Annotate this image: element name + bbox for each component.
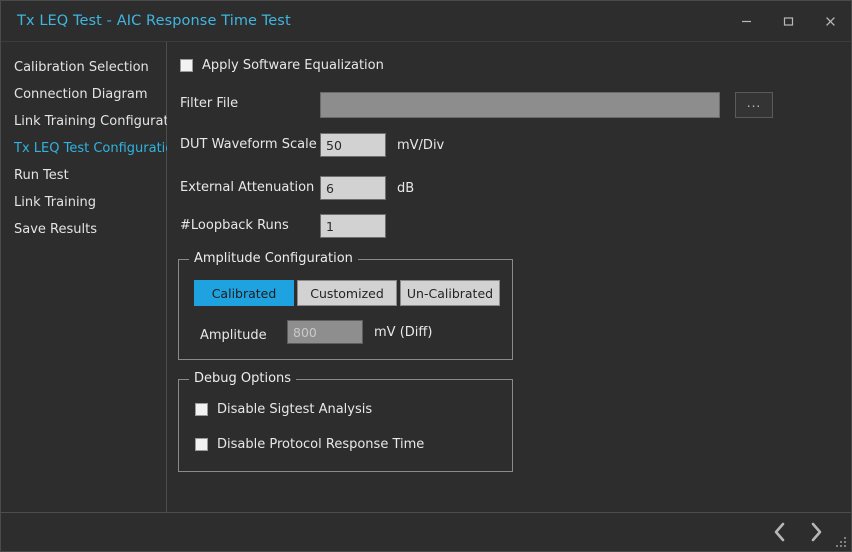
- external-attenuation-label: External Attenuation: [180, 180, 314, 195]
- page-navigation: [767, 513, 829, 551]
- disable-sigtest-analysis-row[interactable]: Disable Sigtest Analysis: [195, 402, 372, 417]
- sidebar-navigation: Calibration Selection Connection Diagram…: [1, 42, 167, 512]
- next-page-button[interactable]: [803, 517, 829, 547]
- previous-page-button[interactable]: [767, 517, 793, 547]
- resize-grip-icon[interactable]: [835, 536, 848, 549]
- amplitude-mode-calibrated-button[interactable]: Calibrated: [194, 280, 294, 306]
- footer-bar: [1, 513, 851, 551]
- filter-file-row: ...: [320, 92, 773, 118]
- dut-waveform-scale-label-wrap: DUT Waveform Scale: [180, 137, 317, 152]
- external-attenuation-label-wrap: External Attenuation: [180, 180, 314, 195]
- chevron-right-icon: [807, 521, 825, 543]
- debug-options-group: Debug Options Disable Sigtest Analysis D…: [178, 379, 513, 472]
- amplitude-value-row: mV (Diff): [287, 320, 432, 344]
- configuration-panel: Apply Software Equalization Filter File …: [167, 42, 851, 512]
- filter-file-label-wrap: Filter File: [180, 96, 238, 111]
- amplitude-mode-segmented-control: Calibrated Customized Un-Calibrated: [194, 280, 500, 306]
- amplitude-mode-uncalibrated-button[interactable]: Un-Calibrated: [400, 280, 500, 306]
- chevron-left-icon: [771, 521, 789, 543]
- window-controls: [725, 1, 851, 41]
- amplitude-label-wrap: Amplitude: [200, 324, 267, 343]
- debug-options-title: Debug Options: [189, 371, 296, 386]
- sidebar-item-tx-leq-test-configuration[interactable]: Tx LEQ Test Configuration: [1, 135, 166, 162]
- close-button[interactable]: [809, 1, 851, 41]
- disable-protocol-response-time-row[interactable]: Disable Protocol Response Time: [195, 437, 424, 452]
- maximize-button[interactable]: [767, 1, 809, 41]
- apply-software-equalization-checkbox[interactable]: [180, 59, 193, 72]
- sidebar-item-link-training-configuration[interactable]: Link Training Configuration: [1, 108, 166, 135]
- disable-protocol-response-time-label: Disable Protocol Response Time: [217, 437, 424, 452]
- amplitude-mode-customized-button[interactable]: Customized: [297, 280, 397, 306]
- sidebar-item-connection-diagram[interactable]: Connection Diagram: [1, 81, 166, 108]
- application-window: Tx LEQ Test - AIC Response Time Test: [0, 0, 852, 552]
- filter-file-label: Filter File: [180, 96, 238, 111]
- external-attenuation-row: dB: [320, 176, 414, 200]
- window-body: Calibration Selection Connection Diagram…: [1, 42, 851, 513]
- dut-waveform-scale-label: DUT Waveform Scale: [180, 137, 317, 152]
- minimize-button[interactable]: [725, 1, 767, 41]
- sidebar-item-run-test[interactable]: Run Test: [1, 162, 166, 189]
- loopback-runs-label: #Loopback Runs: [180, 218, 289, 233]
- sidebar-item-save-results[interactable]: Save Results: [1, 216, 166, 243]
- amplitude-input[interactable]: [287, 320, 363, 344]
- window-title: Tx LEQ Test - AIC Response Time Test: [17, 13, 291, 29]
- amplitude-configuration-title: Amplitude Configuration: [189, 251, 358, 266]
- apply-software-equalization-row[interactable]: Apply Software Equalization: [180, 58, 384, 73]
- sidebar-item-link-training[interactable]: Link Training: [1, 189, 166, 216]
- apply-software-equalization-label: Apply Software Equalization: [202, 58, 384, 73]
- amplitude-label: Amplitude: [200, 328, 267, 343]
- disable-protocol-response-time-checkbox[interactable]: [195, 438, 208, 451]
- amplitude-configuration-group: Amplitude Configuration Calibrated Custo…: [178, 259, 513, 360]
- title-bar: Tx LEQ Test - AIC Response Time Test: [1, 1, 851, 42]
- dut-waveform-scale-unit: mV/Div: [397, 138, 444, 153]
- dut-waveform-scale-input[interactable]: [320, 133, 386, 157]
- external-attenuation-input[interactable]: [320, 176, 386, 200]
- loopback-runs-row: [320, 214, 386, 238]
- disable-sigtest-analysis-label: Disable Sigtest Analysis: [217, 402, 372, 417]
- external-attenuation-unit: dB: [397, 181, 414, 196]
- loopback-runs-input[interactable]: [320, 214, 386, 238]
- dut-waveform-scale-row: mV/Div: [320, 133, 444, 157]
- filter-file-input[interactable]: [320, 92, 720, 118]
- loopback-runs-label-wrap: #Loopback Runs: [180, 218, 289, 233]
- disable-sigtest-analysis-checkbox[interactable]: [195, 403, 208, 416]
- amplitude-unit: mV (Diff): [374, 325, 432, 340]
- filter-file-browse-button[interactable]: ...: [735, 92, 773, 118]
- sidebar-item-calibration-selection[interactable]: Calibration Selection: [1, 54, 166, 81]
